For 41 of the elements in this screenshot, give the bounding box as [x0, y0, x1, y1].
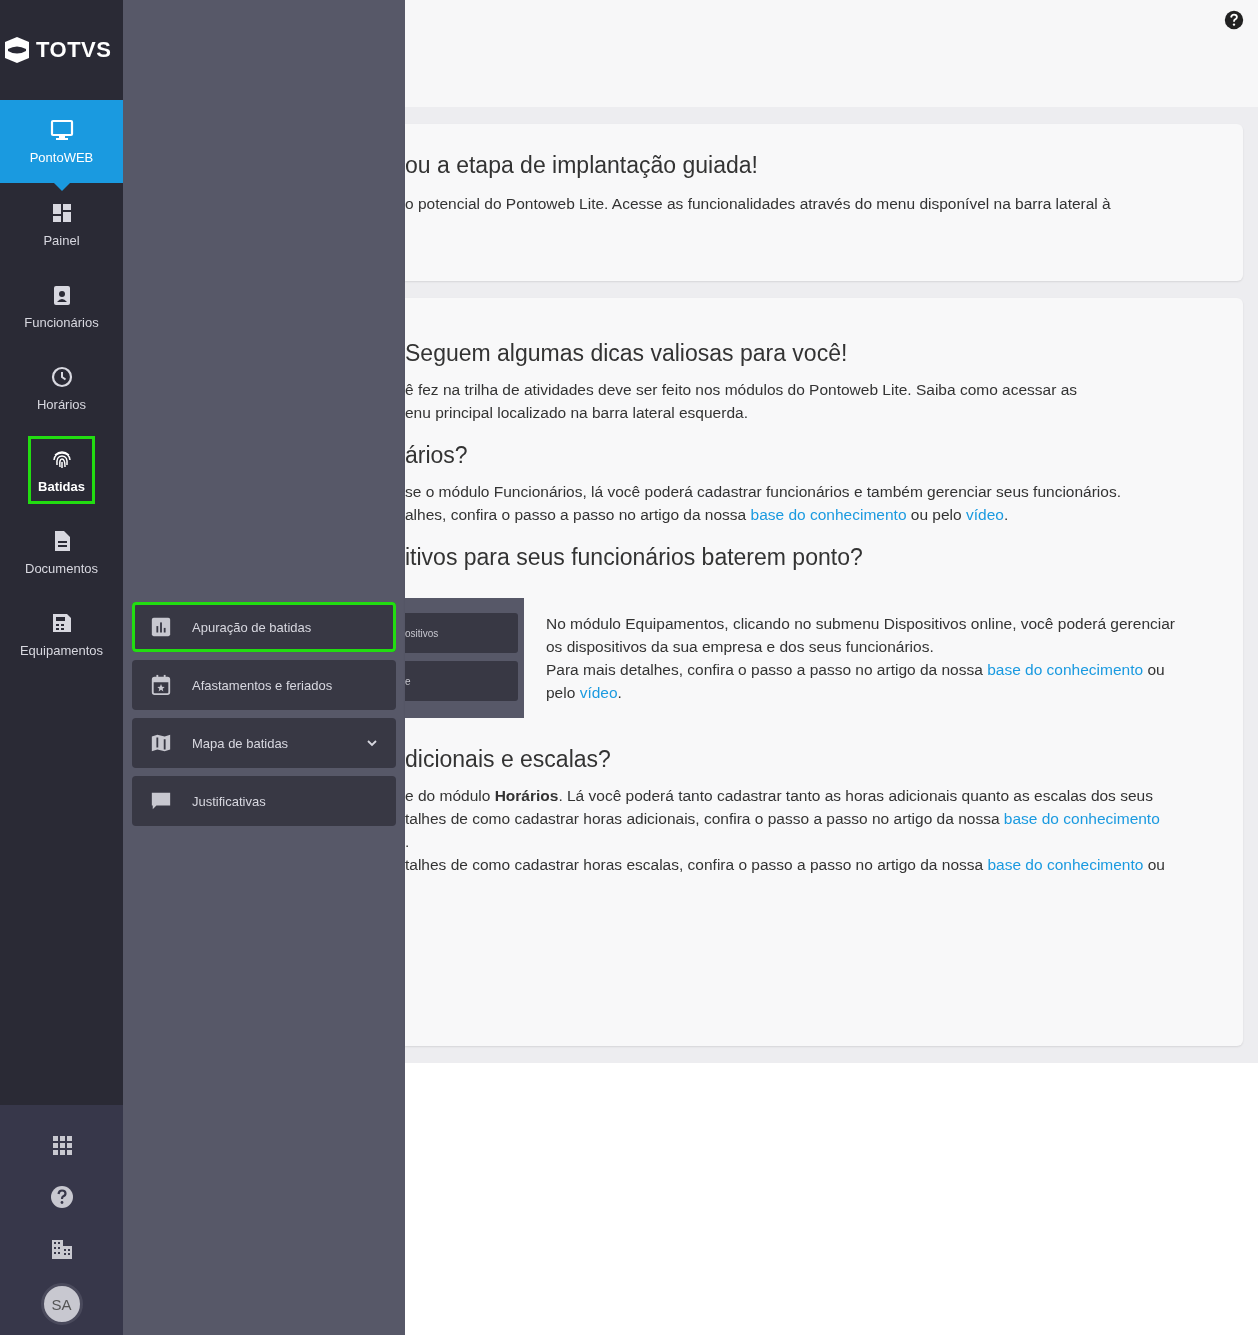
paragraph-line: pelo vídeo. [546, 683, 623, 703]
menu-item-image: e [405, 661, 518, 701]
pointer-icon [53, 183, 70, 191]
section-heading: itivos para seus funcionários baterem ponto? [405, 543, 864, 572]
help-icon[interactable] [49, 1185, 74, 1209]
nav-item[interactable]: Documentos [0, 511, 123, 593]
help-icon[interactable] [1224, 10, 1244, 30]
section-heading: dicionais e escalas? [405, 745, 612, 774]
nav-item[interactable]: Batidas [28, 436, 95, 504]
logo-text: TOTVS [36, 37, 112, 63]
chart-icon [150, 616, 172, 638]
submenu-item[interactable]: Apuração de batidas [132, 602, 396, 652]
nav-item[interactable]: Painel [0, 183, 123, 265]
submenu-item[interactable]: Afastamentos e feriados [132, 660, 396, 710]
paragraph-line: se o módulo Funcionários, lá você poderá cadastrar funcionários e também gerenciar seus funcionários. [405, 482, 1122, 502]
user-avatar[interactable]: SA [40, 1283, 83, 1325]
paragraph-line: os dispositivos da sua empresa e dos seus funcionários. [546, 637, 935, 657]
calendar-icon [150, 674, 172, 696]
section-heading: Seguem algumas dicas valiosas para você! [405, 339, 849, 368]
submenu-item[interactable]: Justificativas [132, 776, 396, 826]
paragraph-line: No módulo Equipamentos, clicando no submenu Dispositivos online, você poderá gerenciar [546, 614, 1175, 634]
paragraph-line: talhes de como cadastrar horas adicionais, confira o passo a passo no artigo da nossa base do conhecimento [405, 809, 1161, 829]
nav-item[interactable]: Equipamentos [0, 593, 123, 675]
nav-item[interactable]: Horários [0, 347, 123, 429]
paragraph-line: . [405, 832, 411, 852]
clock-icon [49, 364, 74, 389]
paragraph-line: ê fez na trilha de atividades deve ser feito nos módulos do Pontoweb Lite. Saiba como acessar as [405, 380, 1079, 400]
map-icon [150, 732, 172, 754]
paragraph-line: e do módulo Horários. Lá você poderá tanto cadastrar tanto as horas adicionais quanto as escalas dos seus [405, 786, 1154, 806]
section-heading: ários? [405, 441, 469, 470]
nav-item[interactable]: Funcionários [0, 265, 123, 347]
paragraph-line: talhes de como cadastrar horas escalas, confira o passo a passo no artigo da nossa base do conhecimento ou [405, 855, 1166, 875]
paragraph-line: alhes, confira o passo a passo no artigo da nossa base do conhecimento ou pelo vídeo. [405, 505, 1010, 525]
menu-item-image: ositivos [405, 613, 518, 653]
submenu-item[interactable]: Mapa de batidas [132, 718, 396, 768]
paragraph-line: Para mais detalhes, confira o passo a passo no artigo da nossa base do conhecimento ou [546, 660, 1166, 680]
building-icon[interactable] [49, 1237, 74, 1261]
monitor-icon [49, 118, 74, 142]
paragraph-line: o potencial do Pontoweb Lite. Acesse as funcionalidades através do menu disponível na barra lateral à [405, 194, 1112, 214]
section-heading: ou a etapa de implantação guiada! [405, 151, 759, 180]
paragraph-line: enu principal localizado na barra lateral esquerda. [405, 403, 749, 423]
